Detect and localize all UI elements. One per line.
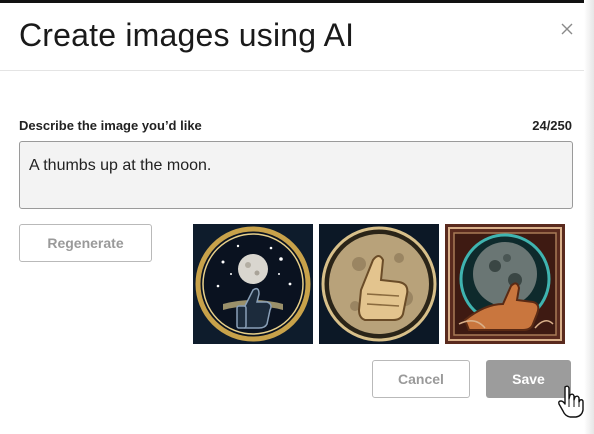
prompt-input[interactable]: A thumbs up at the moon.: [19, 141, 573, 209]
regenerate-button[interactable]: Regenerate: [19, 224, 152, 262]
thumbs-up-moon-starry-image: [193, 224, 313, 344]
save-button[interactable]: Save: [486, 360, 571, 398]
header-divider: [0, 70, 584, 71]
top-rule: [0, 0, 584, 3]
edge-shadow: [584, 0, 594, 434]
character-count: 24/250: [532, 118, 572, 133]
dialog-title: Create images using AI: [19, 17, 355, 53]
generated-image-1[interactable]: [193, 224, 313, 344]
create-images-dialog: Create images using AI Describe the imag…: [0, 0, 594, 434]
close-icon[interactable]: [557, 19, 577, 39]
generated-image-2[interactable]: [319, 224, 439, 344]
thumbs-up-moon-ornate-image: [445, 224, 565, 344]
thumbs-up-moon-closeup-image: [319, 224, 439, 344]
prompt-label: Describe the image you’d like: [19, 118, 202, 133]
generated-image-3[interactable]: [445, 224, 565, 344]
cancel-button[interactable]: Cancel: [372, 360, 470, 398]
